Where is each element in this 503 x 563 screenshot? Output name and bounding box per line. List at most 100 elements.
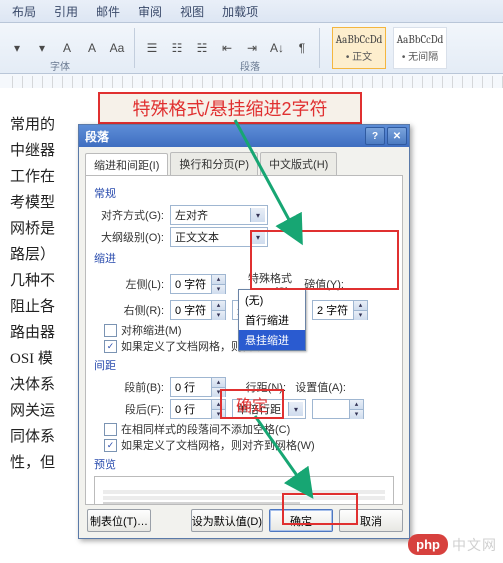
ribbon-tabs: 布局 引用 邮件 审阅 视图 加载项 bbox=[0, 0, 503, 23]
space-after-spinner[interactable]: 0 行 ▴▾ bbox=[170, 399, 226, 419]
paragraph-dialog: 段落 ? ✕ 缩进和间距(I) 换行和分页(P) 中文版式(H) 常规 对齐方式… bbox=[78, 124, 410, 539]
right-indent-spinner[interactable]: 0 字符 ▴▾ bbox=[170, 300, 226, 320]
left-indent-spinner[interactable]: 0 字符 ▴▾ bbox=[170, 274, 226, 294]
font-name-dropdown[interactable]: ▾ bbox=[6, 37, 28, 59]
label-right-indent: 右侧(R): bbox=[94, 302, 164, 318]
right-indent-value: 0 字符 bbox=[171, 302, 211, 318]
spin-down-icon[interactable]: ▾ bbox=[211, 285, 225, 294]
style-label: • 无间隔 bbox=[402, 48, 438, 63]
checkbox-icon bbox=[104, 423, 117, 436]
spin-up-icon[interactable]: ▴ bbox=[349, 400, 363, 410]
by-value: 2 字符 bbox=[313, 302, 353, 318]
spin-down-icon[interactable]: ▾ bbox=[353, 311, 367, 320]
sort-button[interactable]: A↓ bbox=[266, 37, 288, 59]
ok-button[interactable]: 确定 bbox=[269, 509, 333, 532]
mirror-indent-label: 对称缩进(M) bbox=[121, 322, 182, 338]
increase-indent-button[interactable]: ⇥ bbox=[241, 37, 263, 59]
special-option-none[interactable]: (无) bbox=[239, 290, 305, 310]
show-marks-button[interactable]: ¶ bbox=[291, 37, 313, 59]
space-before-spinner[interactable]: 0 行 ▴▾ bbox=[170, 377, 226, 397]
change-case-button[interactable]: Aa bbox=[106, 37, 128, 59]
tab-line-page-breaks[interactable]: 换行和分页(P) bbox=[170, 152, 258, 175]
checkbox-icon: ✓ bbox=[104, 340, 117, 353]
spin-up-icon[interactable]: ▴ bbox=[353, 301, 367, 311]
section-preview: 预览 bbox=[94, 456, 394, 472]
spin-up-icon[interactable]: ▴ bbox=[211, 378, 225, 388]
by-value-spinner[interactable]: 2 字符 ▴▾ bbox=[312, 300, 368, 320]
grow-font-button[interactable]: A bbox=[56, 37, 78, 59]
section-general: 常规 bbox=[94, 185, 394, 201]
grid-align-label: 如果定义了文档网格，则对齐到网格(W) bbox=[121, 437, 315, 453]
chevron-down-icon: ▾ bbox=[288, 402, 303, 416]
multilevel-list-button[interactable]: ☵ bbox=[191, 37, 213, 59]
at-value-spinner[interactable]: ▴▾ bbox=[312, 399, 364, 419]
bullets-button[interactable]: ☰ bbox=[141, 37, 163, 59]
alignment-value: 左对齐 bbox=[175, 207, 208, 223]
ribbon-tab-view[interactable]: 视图 bbox=[180, 3, 204, 20]
space-before-value: 0 行 bbox=[171, 379, 211, 395]
group-label-paragraph: 段落 bbox=[240, 58, 260, 73]
decrease-indent-button[interactable]: ⇤ bbox=[216, 37, 238, 59]
ribbon-tab-addins[interactable]: 加载项 bbox=[222, 3, 258, 20]
ribbon-tab-mailings[interactable]: 邮件 bbox=[96, 3, 120, 20]
watermark: php 中文网 bbox=[408, 534, 497, 555]
checkbox-icon: ✓ bbox=[104, 439, 117, 452]
style-sample: AaBbCcDd bbox=[336, 33, 383, 46]
label-space-after: 段后(F): bbox=[94, 401, 164, 417]
dialog-titlebar[interactable]: 段落 ? ✕ bbox=[79, 125, 409, 147]
special-option-hanging[interactable]: 悬挂缩进 bbox=[239, 330, 305, 350]
spin-down-icon[interactable]: ▾ bbox=[211, 311, 225, 320]
style-nospacing[interactable]: AaBbCcDd • 无间隔 bbox=[393, 27, 447, 69]
label-space-before: 段前(B): bbox=[94, 379, 164, 395]
outline-level-combo[interactable]: 正文文本 ▾ bbox=[170, 227, 268, 247]
section-spacing: 间距 bbox=[94, 357, 394, 373]
cancel-button[interactable]: 取消 bbox=[339, 509, 403, 532]
label-outline-level: 大纲级别(O): bbox=[94, 229, 164, 245]
help-button[interactable]: ? bbox=[365, 127, 385, 145]
annotation-special-format: 特殊格式/悬挂缩进2字符 bbox=[98, 92, 362, 124]
numbering-button[interactable]: ☷ bbox=[166, 37, 188, 59]
style-label: • 正文 bbox=[346, 48, 372, 63]
chevron-down-icon: ▾ bbox=[250, 230, 265, 244]
dialog-body: 常规 对齐方式(G): 左对齐 ▾ 大纲级别(O): 正文文本 ▾ 缩进 左侧(L)… bbox=[85, 175, 403, 505]
style-normal[interactable]: AaBbCcDd • 正文 bbox=[332, 27, 386, 69]
ribbon-tab-layout[interactable]: 布局 bbox=[12, 3, 36, 20]
checkbox-icon bbox=[104, 324, 117, 337]
ribbon-tab-review[interactable]: 审阅 bbox=[138, 3, 162, 20]
set-default-button[interactable]: 设为默认值(D) bbox=[191, 509, 263, 532]
ribbon-tab-references[interactable]: 引用 bbox=[54, 3, 78, 20]
special-format-dropdown[interactable]: (无) 首行缩进 悬挂缩进 bbox=[238, 289, 306, 351]
special-option-firstline[interactable]: 首行缩进 bbox=[239, 310, 305, 330]
font-size-dropdown[interactable]: ▾ bbox=[31, 37, 53, 59]
annotation-ok: 确定 bbox=[220, 389, 284, 419]
chevron-down-icon: ▾ bbox=[250, 208, 265, 222]
dialog-button-bar: 制表位(T)… 设为默认值(D) 确定 取消 bbox=[79, 509, 409, 538]
grid-align-checkbox[interactable]: ✓ 如果定义了文档网格，则对齐到网格(W) bbox=[104, 437, 394, 453]
section-indent: 缩进 bbox=[94, 250, 394, 266]
outline-level-value: 正文文本 bbox=[175, 229, 219, 245]
no-space-same-style-label: 在相同样式的段落间不添加空格(C) bbox=[121, 421, 290, 437]
dialog-tabbar: 缩进和间距(I) 换行和分页(P) 中文版式(H) bbox=[79, 147, 409, 175]
spin-down-icon[interactable]: ▾ bbox=[349, 410, 363, 419]
ribbon-toolbar: ▾ ▾ A A Aa ☰ ☷ ☵ ⇤ ⇥ A↓ ¶ AaBbCcDd • 正文 … bbox=[0, 23, 503, 74]
dialog-title: 段落 bbox=[85, 128, 109, 145]
no-space-same-style-checkbox[interactable]: 在相同样式的段落间不添加空格(C) bbox=[104, 421, 394, 437]
close-button[interactable]: ✕ bbox=[387, 127, 407, 145]
watermark-pill: php bbox=[408, 534, 448, 555]
group-label-font: 字体 bbox=[50, 58, 70, 73]
space-after-value: 0 行 bbox=[171, 401, 211, 417]
watermark-text: 中文网 bbox=[452, 535, 497, 555]
tabs-button[interactable]: 制表位(T)… bbox=[87, 509, 151, 532]
alignment-combo[interactable]: 左对齐 ▾ bbox=[170, 205, 268, 225]
shrink-font-button[interactable]: A bbox=[81, 37, 103, 59]
label-left-indent: 左侧(L): bbox=[94, 276, 164, 292]
spin-up-icon[interactable]: ▴ bbox=[211, 301, 225, 311]
tab-asian-typography[interactable]: 中文版式(H) bbox=[260, 152, 337, 175]
style-sample: AaBbCcDd bbox=[397, 33, 444, 46]
spin-up-icon[interactable]: ▴ bbox=[211, 275, 225, 285]
label-alignment: 对齐方式(G): bbox=[94, 207, 164, 223]
preview-pane bbox=[94, 476, 394, 505]
left-indent-value: 0 字符 bbox=[171, 276, 211, 292]
label-at: 设置值(A): bbox=[292, 379, 346, 395]
tab-indent-spacing[interactable]: 缩进和间距(I) bbox=[85, 153, 168, 176]
